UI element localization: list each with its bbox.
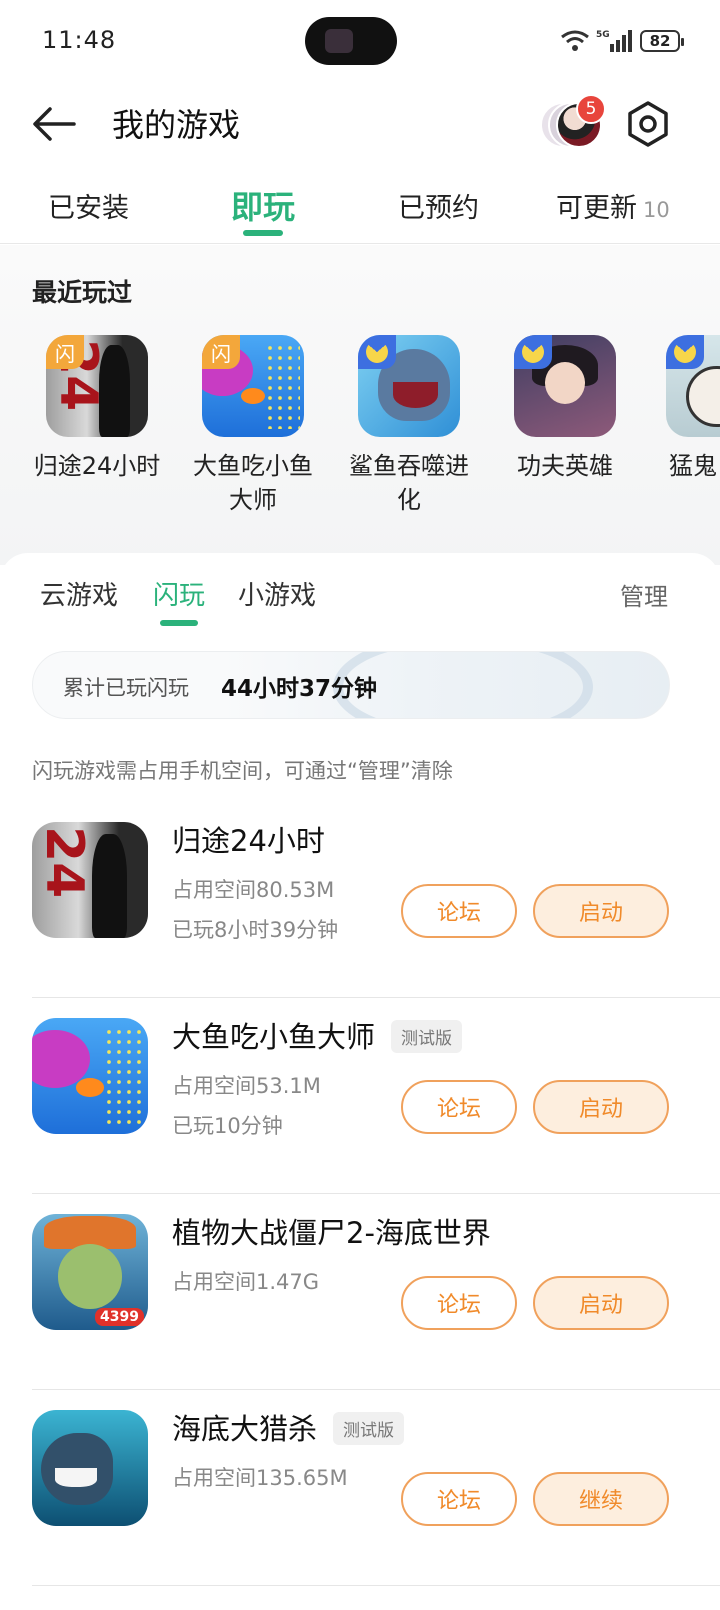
divider	[32, 1585, 720, 1586]
deep-sea-hunt-icon	[32, 1410, 148, 1526]
game-size: 占用空间53.1M	[172, 1074, 321, 1098]
game-size: 占用空间1.47G	[172, 1270, 320, 1294]
flash-tag: 闪	[202, 335, 240, 369]
cloud-game-tag-icon	[666, 335, 704, 369]
big-fish-icon	[32, 1018, 148, 1134]
subtab-flash-play[interactable]: 闪玩	[153, 575, 205, 612]
update-count: 10	[643, 198, 670, 222]
game-24hours-icon: 24	[32, 822, 148, 938]
play-time-value: 44小时37分钟	[221, 676, 378, 702]
battery-indicator: 82	[640, 30, 684, 52]
launch-button[interactable]: 启动	[533, 884, 669, 938]
status-bar: 11:48 5G 82	[0, 0, 720, 84]
recent-game-name: 猛鬼	[669, 452, 717, 480]
status-time: 11:48	[42, 26, 117, 54]
status-icons: 5G 82	[560, 26, 684, 56]
shark-evolution-icon	[358, 335, 460, 437]
game-size: 占用空间80.53M	[172, 878, 335, 902]
tab-installed[interactable]: 已安装	[48, 186, 129, 225]
signal-icon: 5G	[596, 30, 632, 52]
recent-game-name: 归途24小时	[33, 452, 161, 480]
storage-notice: 闪玩游戏需占用手机空间，可通过“管理”清除	[32, 759, 453, 783]
forum-button[interactable]: 论坛	[401, 884, 517, 938]
game-name: 大鱼吃小鱼大师 测试版	[172, 1014, 463, 1056]
recent-game-item[interactable]: 鲨鱼吞噬进化	[334, 335, 484, 517]
game-playtime: 已玩8小时39分钟	[172, 918, 339, 942]
gear-icon	[628, 101, 668, 147]
game-24hours-icon: 24 闪	[46, 335, 148, 437]
game-name: 归途24小时	[172, 818, 325, 860]
game-size: 占用空间135.65M	[172, 1466, 348, 1490]
recent-game-name: 鲨鱼吞噬进化	[349, 452, 469, 514]
game-title: 植物大战僵尸2-海底世界	[172, 1216, 491, 1250]
recent-game-name: 功夫英雄	[517, 452, 613, 480]
game-row[interactable]: 海底大猎杀 测试版 占用空间135.65M 论坛 继续	[0, 1390, 720, 1586]
game-title: 归途24小时	[172, 824, 325, 858]
game-name: 海底大猎杀 测试版	[172, 1406, 405, 1448]
back-button[interactable]	[28, 98, 80, 150]
tab-label: 可更新	[556, 193, 637, 224]
settings-button[interactable]	[620, 96, 676, 152]
arrow-left-icon	[33, 107, 76, 141]
active-subtab-indicator	[160, 620, 198, 626]
continue-button[interactable]: 继续	[533, 1472, 669, 1526]
beta-badge: 测试版	[333, 1411, 405, 1445]
flash-tag: 闪	[46, 335, 84, 369]
active-tab-indicator	[243, 230, 283, 236]
subtab-mini-games[interactable]: 小游戏	[238, 575, 316, 612]
forum-button[interactable]: 论坛	[401, 1080, 517, 1134]
manage-button[interactable]: 管理	[620, 577, 668, 612]
play-time-label: 累计已玩闪玩	[63, 676, 189, 700]
page-title: 我的游戏	[112, 106, 241, 144]
play-time-banner: 累计已玩闪玩 44小时37分钟	[32, 651, 670, 719]
launch-button[interactable]: 启动	[533, 1080, 669, 1134]
big-fish-icon: 闪	[202, 335, 304, 437]
camera-cutout	[305, 17, 397, 65]
tab-instant-play[interactable]: 即玩	[231, 182, 295, 228]
pvz-undersea-icon: 4399	[32, 1214, 148, 1330]
brand-label: 4399	[95, 1308, 144, 1326]
subtab-cloud-games[interactable]: 云游戏	[40, 575, 118, 612]
recent-game-item[interactable]: 闪 大鱼吃小鱼大师	[178, 335, 328, 517]
forum-button[interactable]: 论坛	[401, 1276, 517, 1330]
ghost-game-icon	[666, 335, 720, 437]
wifi-icon	[561, 30, 589, 51]
game-title: 大鱼吃小鱼大师	[172, 1020, 376, 1054]
recent-game-item[interactable]: 猛鬼	[645, 335, 720, 483]
game-row[interactable]: 大鱼吃小鱼大师 测试版 占用空间53.1M 已玩10分钟 论坛 启动	[0, 998, 720, 1194]
game-name: 植物大战僵尸2-海底世界	[172, 1210, 491, 1252]
cloud-game-tag-icon	[514, 335, 552, 369]
game-playtime: 已玩10分钟	[172, 1114, 283, 1138]
tab-reserved[interactable]: 已预约	[398, 186, 479, 225]
cloud-game-tag-icon	[358, 335, 396, 369]
forum-button[interactable]: 论坛	[401, 1472, 517, 1526]
tab-label: 已安装	[48, 193, 129, 224]
launch-button[interactable]: 启动	[533, 1276, 669, 1330]
section-title: 最近玩过	[32, 278, 133, 307]
tab-label: 已预约	[398, 193, 479, 224]
game-row[interactable]: 24 归途24小时 占用空间80.53M 已玩8小时39分钟 论坛 启动	[0, 802, 720, 998]
kungfu-hero-icon	[514, 335, 616, 437]
notification-badge: 5	[576, 94, 606, 124]
header: 我的游戏 5	[0, 84, 720, 164]
tab-label: 即玩	[231, 188, 296, 226]
recently-played-section: 最近玩过 24 闪 归途24小时 闪 大鱼吃小鱼大师 鲨鱼吞噬进化 功夫英雄 猛…	[0, 245, 720, 565]
avatar-stack[interactable]: 5	[540, 94, 606, 156]
game-title: 海底大猎杀	[172, 1412, 318, 1446]
tab-updatable[interactable]: 可更新 10	[556, 186, 670, 225]
game-row[interactable]: 4399 植物大战僵尸2-海底世界 占用空间1.47G 论坛 启动	[0, 1194, 720, 1390]
recent-game-item[interactable]: 功夫英雄	[490, 335, 640, 483]
recent-game-name: 大鱼吃小鱼大师	[193, 452, 313, 514]
top-tabs: 已安装 即玩 已预约 可更新 10	[0, 172, 720, 244]
recent-game-item[interactable]: 24 闪 归途24小时	[22, 335, 172, 483]
instant-play-card: 云游戏 闪玩 小游戏 管理 累计已玩闪玩 44小时37分钟 闪玩游戏需占用手机空…	[0, 553, 720, 1610]
svg-text:5G: 5G	[596, 30, 610, 40]
beta-badge: 测试版	[391, 1019, 463, 1053]
